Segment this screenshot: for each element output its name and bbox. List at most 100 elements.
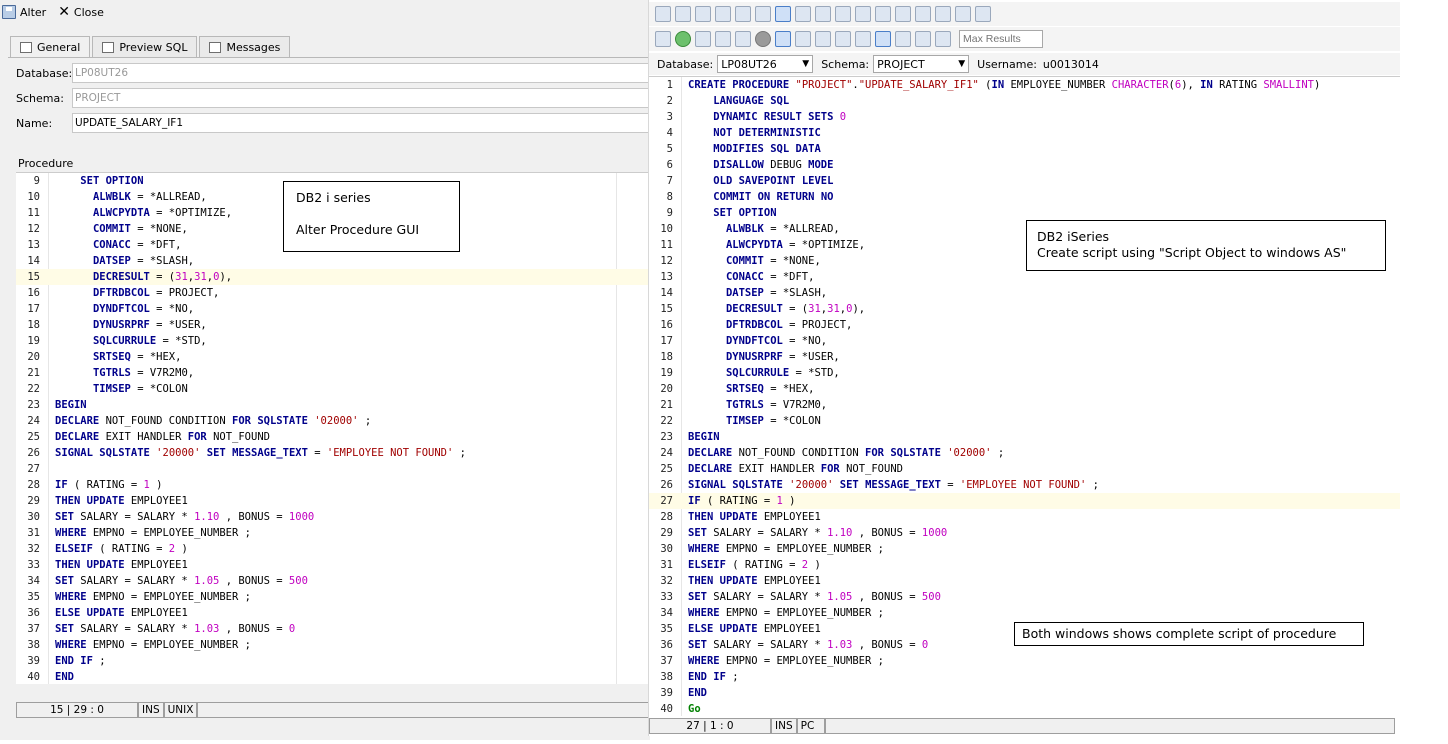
code-line[interactable]: 27 — [16, 461, 650, 477]
code-line[interactable]: 32 THEN UPDATE EMPLOYEE1 — [649, 573, 1400, 589]
find-icon[interactable] — [915, 6, 931, 22]
paste-icon[interactable] — [855, 6, 871, 22]
code-line[interactable]: 25 DECLARE EXIT HANDLER FOR NOT_FOUND — [16, 429, 650, 445]
code-line[interactable]: 40 Go — [649, 701, 1400, 716]
code-line[interactable]: 23 BEGIN — [16, 397, 650, 413]
code-line[interactable]: 30 SET SALARY = SALARY * 1.10 , BONUS = 1… — [16, 509, 650, 525]
code-line[interactable]: 33 THEN UPDATE EMPLOYEE1 — [16, 557, 650, 573]
code-line[interactable]: 27 IF ( RATING = 1 ) — [649, 493, 1400, 509]
code-line[interactable]: 15 DECRESULT = (31,31,0), — [649, 301, 1400, 317]
code-line[interactable]: 35 WHERE EMPNO = EMPLOYEE_NUMBER ; — [16, 589, 650, 605]
code-line[interactable]: 14 DATSEP = *SLASH, — [16, 253, 650, 269]
code-line[interactable]: 2 LANGUAGE SQL — [649, 93, 1400, 109]
code-line[interactable]: 17 DYNDFTCOL = *NO, — [16, 301, 650, 317]
max-results-input[interactable] — [959, 30, 1043, 48]
tab-preview-sql[interactable]: Preview SQL — [92, 36, 198, 58]
alter-button[interactable]: Alter — [2, 5, 46, 19]
commit-icon[interactable] — [775, 31, 791, 47]
code-line[interactable]: 28 THEN UPDATE EMPLOYEE1 — [649, 509, 1400, 525]
code-line[interactable]: 32 ELSEIF ( RATING = 2 ) — [16, 541, 650, 557]
font-smaller-icon[interactable] — [955, 6, 971, 22]
code-line[interactable]: 22 TIMSEP = *COLON — [16, 381, 650, 397]
code-line[interactable]: 31 WHERE EMPNO = EMPLOYEE_NUMBER ; — [16, 525, 650, 541]
code-line[interactable]: 28 IF ( RATING = 1 ) — [16, 477, 650, 493]
execute-step-icon[interactable] — [655, 31, 671, 47]
code-line[interactable]: 23 BEGIN — [649, 429, 1400, 445]
font-larger-icon[interactable] — [975, 6, 991, 22]
text-results-icon[interactable] — [895, 31, 911, 47]
code-line[interactable]: 19 SQLCURRULE = *STD, — [649, 365, 1400, 381]
stop-icon[interactable] — [755, 31, 771, 47]
rollback-icon[interactable] — [795, 31, 811, 47]
database-field[interactable]: LP08UT26 — [72, 63, 650, 83]
clear-icon[interactable] — [855, 31, 871, 47]
code-line[interactable]: 30 WHERE EMPNO = EMPLOYEE_NUMBER ; — [649, 541, 1400, 557]
open-folder-icon[interactable] — [675, 6, 691, 22]
code-line[interactable]: 22 TIMSEP = *COLON — [649, 413, 1400, 429]
code-line[interactable]: 18 DYNUSRPRF = *USER, — [16, 317, 650, 333]
code-line[interactable]: 29 THEN UPDATE EMPLOYEE1 — [16, 493, 650, 509]
code-line[interactable]: 19 SQLCURRULE = *STD, — [16, 333, 650, 349]
save-all-icon[interactable] — [735, 6, 751, 22]
code-line[interactable]: 18 DYNUSRPRF = *USER, — [649, 349, 1400, 365]
database-select[interactable]: LP08UT26 ▼ — [717, 55, 814, 73]
schema-field[interactable]: PROJECT — [72, 88, 650, 108]
code-line[interactable]: 16 DFTRDBCOL = PROJECT, — [649, 317, 1400, 333]
code-line[interactable]: 1 CREATE PROCEDURE "PROJECT"."UPDATE_SALA… — [649, 77, 1400, 93]
code-line[interactable]: 25 DECLARE EXIT HANDLER FOR NOT_FOUND — [649, 461, 1400, 477]
code-line[interactable]: 20 SRTSEQ = *HEX, — [16, 349, 650, 365]
tab-messages[interactable]: Messages — [199, 36, 291, 58]
grid-results-icon[interactable] — [875, 31, 891, 47]
save-as-icon[interactable] — [715, 6, 731, 22]
format-icon[interactable] — [835, 31, 851, 47]
code-line[interactable]: 16 DFTRDBCOL = PROJECT, — [16, 285, 650, 301]
name-field[interactable]: UPDATE_SALARY_IF1 — [72, 113, 650, 133]
code-line[interactable]: 20 SRTSEQ = *HEX, — [649, 381, 1400, 397]
cut-icon[interactable] — [815, 6, 831, 22]
code-line[interactable]: 34 SET SALARY = SALARY * 1.05 , BONUS = 5… — [16, 573, 650, 589]
tab-general[interactable]: General — [10, 36, 91, 58]
close-button[interactable]: ✕ Close — [58, 5, 104, 19]
code-line[interactable]: 13 CONACC = *DFT, — [649, 269, 1400, 285]
code-line[interactable]: 6 DISALLOW DEBUG MODE — [649, 157, 1400, 173]
code-line[interactable]: 33 SET SALARY = SALARY * 1.05 , BONUS = 5… — [649, 589, 1400, 605]
code-line[interactable]: 4 NOT DETERMINISTIC — [649, 125, 1400, 141]
redo-icon[interactable] — [895, 6, 911, 22]
explain-icon[interactable] — [715, 31, 731, 47]
print-icon[interactable] — [755, 6, 771, 22]
code-line[interactable]: 31 ELSEIF ( RATING = 2 ) — [649, 557, 1400, 573]
code-line[interactable]: 39 END IF ; — [16, 653, 650, 669]
code-line[interactable]: 21 TGTRLS = V7R2M0, — [649, 397, 1400, 413]
run-current-icon[interactable] — [695, 31, 711, 47]
replace-icon[interactable] — [935, 6, 951, 22]
code-line[interactable]: 37 SET SALARY = SALARY * 1.03 , BONUS = 0 — [16, 621, 650, 637]
code-line[interactable]: 8 COMMIT ON RETURN NO — [649, 189, 1400, 205]
history-icon[interactable] — [935, 31, 951, 47]
code-line[interactable]: 39 END — [649, 685, 1400, 701]
code-line[interactable]: 40 END — [16, 669, 650, 684]
code-line[interactable]: 29 SET SALARY = SALARY * 1.10 , BONUS = 1… — [649, 525, 1400, 541]
code-line[interactable]: 24 DECLARE NOT_FOUND CONDITION FOR SQLSTA… — [649, 445, 1400, 461]
results-panel-icon[interactable] — [915, 31, 931, 47]
code-line[interactable]: 7 OLD SAVEPOINT LEVEL — [649, 173, 1400, 189]
execute-export-icon[interactable] — [735, 31, 751, 47]
code-line[interactable]: 17 DYNDFTCOL = *NO, — [649, 333, 1400, 349]
page-icon[interactable] — [775, 6, 791, 22]
code-line[interactable]: 15 DECRESULT = (31,31,0), — [16, 269, 650, 285]
code-line[interactable]: 9 SET OPTION — [649, 205, 1400, 221]
script-code-editor[interactable]: 1 CREATE PROCEDURE "PROJECT"."UPDATE_SALA… — [649, 76, 1400, 716]
code-line[interactable]: 14 DATSEP = *SLASH, — [649, 285, 1400, 301]
code-line[interactable]: 21 TGTRLS = V7R2M0, — [16, 365, 650, 381]
code-line[interactable]: 24 DECLARE NOT_FOUND CONDITION FOR SQLSTA… — [16, 413, 650, 429]
select-all-icon[interactable] — [795, 6, 811, 22]
schema-select[interactable]: PROJECT ▼ — [873, 55, 970, 73]
copy-icon[interactable] — [835, 6, 851, 22]
code-line[interactable]: 3 DYNAMIC RESULT SETS 0 — [649, 109, 1400, 125]
transaction-icon[interactable] — [815, 31, 831, 47]
code-line[interactable]: 26 SIGNAL SQLSTATE '20000' SET MESSAGE_TE… — [649, 477, 1400, 493]
code-line[interactable]: 38 END IF ; — [649, 669, 1400, 685]
code-line[interactable]: 34 WHERE EMPNO = EMPLOYEE_NUMBER ; — [649, 605, 1400, 621]
code-line[interactable]: 5 MODIFIES SQL DATA — [649, 141, 1400, 157]
code-line[interactable]: 37 WHERE EMPNO = EMPLOYEE_NUMBER ; — [649, 653, 1400, 669]
undo-icon[interactable] — [875, 6, 891, 22]
